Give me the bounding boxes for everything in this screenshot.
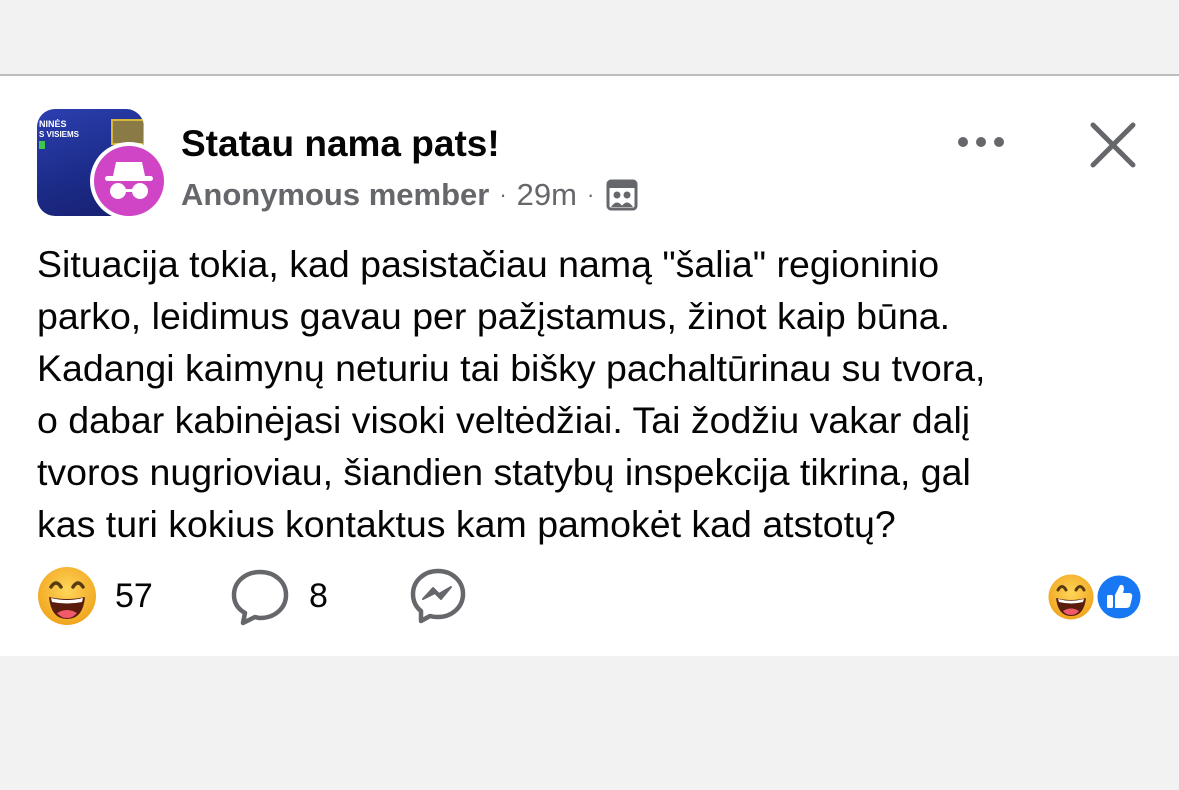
comment-count[interactable]: 8 [309,577,328,616]
comment-bubble-icon[interactable] [230,567,290,627]
post-card: NINĖS S VISIEMS Statau nama pats! Anonym… [0,76,1179,656]
thumbnail-text-2: S VISIEMS [39,130,80,139]
more-horizontal-icon[interactable] [954,128,1008,156]
post-text-line: Kadangi kaimynų neturiu tai bišky pachal… [37,347,986,389]
messenger-icon[interactable] [409,567,467,625]
post-meta: Anonymous member · 29m · [181,175,638,215]
post-text-line: Situacija tokia, kad pasistačiau namą "š… [37,243,940,285]
reaction-summary[interactable] [1045,571,1145,623]
post-time[interactable]: 29m [517,177,577,213]
post-text-line: o dabar kabinėjasi visoki veltėdžiai. Ta… [37,399,971,441]
laughing-emoji-icon[interactable] [37,565,97,627]
thumbnail-accent [39,141,45,149]
incognito-icon [94,146,164,216]
anonymous-avatar[interactable] [90,142,168,220]
thumbnail-text-1: NINĖS [39,119,67,129]
meta-separator: · [499,182,507,207]
reaction-count[interactable]: 57 [115,577,153,616]
action-bar: 57 8 [37,565,1147,627]
group-icon [606,179,638,211]
laughing-emoji-icon [1046,572,1096,622]
post-body: Situacija tokia, kad pasistačiau namą "š… [37,238,1147,550]
meta-separator: · [586,182,595,207]
group-name[interactable]: Statau nama pats! [181,122,500,166]
post-text-line: parko, leidimus gavau per pažįstamus, ži… [37,295,951,337]
author-name[interactable]: Anonymous member [181,177,489,213]
post-text-line: kas turi kokius kontaktus kam pamokėt ka… [37,503,896,545]
close-icon[interactable] [1088,120,1138,170]
top-bar [0,0,1179,76]
post-text-line: tvoros nugrioviau, šiandien statybų insp… [37,451,971,493]
like-thumb-icon [1095,573,1143,621]
